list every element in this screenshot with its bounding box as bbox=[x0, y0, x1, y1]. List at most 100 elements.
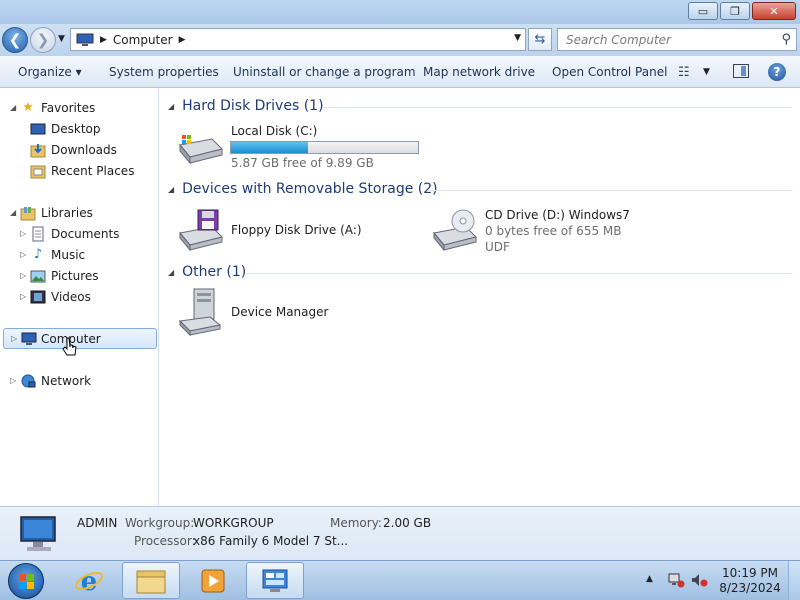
expand-arrow-icon[interactable]: ▷ bbox=[20, 250, 26, 259]
device-manager-icon bbox=[178, 288, 222, 337]
group-collapse-arrow-icon[interactable]: ◢ bbox=[168, 102, 174, 111]
processor-label: Processor: bbox=[134, 534, 196, 548]
drive-name: Floppy Disk Drive (A:) bbox=[231, 223, 362, 237]
floppy-drive-icon bbox=[179, 209, 223, 251]
collapse-arrow-icon[interactable]: ◢ bbox=[10, 103, 16, 112]
taskbar: e ▲ 10:19 PM 8/23/2024 bbox=[0, 560, 800, 600]
tree-label: Network bbox=[41, 373, 92, 388]
drive-floppy-a[interactable]: Floppy Disk Drive (A:) bbox=[176, 207, 416, 255]
volume-muted-icon[interactable] bbox=[690, 572, 708, 588]
group-header-removable-storage[interactable]: ◢ Devices with Removable Storage (2) bbox=[168, 181, 438, 197]
desktop-icon bbox=[30, 123, 46, 134]
recent-places-icon bbox=[30, 165, 46, 178]
tree-label: Pictures bbox=[51, 268, 99, 283]
system-clock[interactable]: 10:19 PM 8/23/2024 bbox=[716, 566, 784, 596]
tree-item-videos[interactable]: ▷ Videos bbox=[0, 286, 158, 307]
documents-icon bbox=[32, 226, 44, 241]
drive-local-disk-c[interactable]: Local Disk (C:) 5.87 GB free of 9.89 GB bbox=[176, 121, 436, 171]
tree-label: Favorites bbox=[41, 100, 96, 115]
search-input[interactable] bbox=[566, 32, 766, 47]
libraries-icon bbox=[20, 206, 36, 220]
folder-icon bbox=[136, 570, 166, 593]
tree-item-favorites[interactable]: ◢ ★ Favorites bbox=[0, 97, 158, 118]
network-icon bbox=[21, 374, 36, 387]
minimize-button[interactable]: ▭ bbox=[688, 2, 718, 20]
expand-arrow-icon[interactable]: ▷ bbox=[20, 292, 26, 301]
expand-arrow-icon[interactable]: ▷ bbox=[20, 271, 26, 280]
group-header-other[interactable]: ◢ Other (1) bbox=[168, 264, 246, 280]
drive-file-system: UDF bbox=[485, 240, 510, 254]
mouse-cursor-hand-icon bbox=[62, 337, 77, 356]
group-collapse-arrow-icon[interactable]: ◢ bbox=[168, 268, 174, 277]
tree-item-desktop[interactable]: Desktop bbox=[0, 118, 158, 139]
internet-explorer-icon: e bbox=[75, 567, 103, 596]
window-controls: ▭ ❐ ✕ bbox=[688, 2, 796, 20]
open-control-panel-button[interactable]: Open Control Panel bbox=[552, 65, 667, 79]
organize-button[interactable]: Organize ▾ bbox=[18, 65, 82, 79]
computer-icon bbox=[21, 332, 37, 345]
tree-label: Videos bbox=[51, 289, 91, 304]
svg-text:e: e bbox=[81, 567, 98, 596]
preview-pane-icon[interactable] bbox=[733, 64, 749, 78]
show-hidden-icons-icon[interactable]: ▲ bbox=[646, 574, 653, 584]
collapse-arrow-icon[interactable]: ◢ bbox=[10, 208, 16, 217]
recent-pages-dropdown-icon[interactable]: ▼ bbox=[58, 34, 65, 44]
tree-item-network[interactable]: ▷ Network bbox=[0, 370, 158, 391]
tree-item-music[interactable]: ▷ ♪ Music bbox=[0, 244, 158, 265]
workgroup-value: WORKGROUP bbox=[193, 516, 274, 530]
tree-label: Documents bbox=[51, 226, 120, 241]
breadcrumb-computer[interactable]: Computer bbox=[113, 33, 173, 47]
change-view-icon[interactable]: ☷ bbox=[678, 65, 690, 80]
navigation-bar: ❮ ❯ ▼ ▶ Computer ▶ ▼ ⇆ ⚲ bbox=[0, 24, 800, 56]
show-desktop-button[interactable] bbox=[788, 561, 800, 600]
downloads-folder-icon bbox=[30, 143, 46, 157]
network-status-icon[interactable] bbox=[667, 572, 685, 588]
forward-button[interactable]: ❯ bbox=[30, 27, 56, 53]
expand-arrow-icon[interactable]: ▷ bbox=[20, 229, 26, 238]
search-box[interactable]: ⚲ bbox=[557, 28, 797, 51]
map-network-drive-button[interactable]: Map network drive bbox=[423, 65, 535, 79]
restore-button[interactable]: ❐ bbox=[720, 2, 750, 20]
group-header-hard-disk-drives[interactable]: ◢ Hard Disk Drives (1) bbox=[168, 98, 324, 114]
address-bar[interactable]: ▶ Computer ▶ ▼ bbox=[70, 28, 526, 51]
close-button[interactable]: ✕ bbox=[752, 2, 796, 20]
back-button[interactable]: ❮ bbox=[2, 27, 28, 53]
tree-label: Music bbox=[51, 247, 86, 262]
uninstall-program-button[interactable]: Uninstall or change a program bbox=[233, 65, 416, 79]
taskbar-control-panel[interactable] bbox=[246, 562, 304, 599]
tree-item-documents[interactable]: ▷ Documents bbox=[0, 223, 158, 244]
content-area: ◢ Hard Disk Drives (1) Local Disk (C:) 5… bbox=[160, 89, 800, 506]
taskbar-windows-explorer[interactable] bbox=[122, 562, 180, 599]
device-manager-item[interactable]: Device Manager bbox=[176, 287, 416, 337]
refresh-button[interactable]: ⇆ bbox=[528, 28, 552, 51]
memory-value: 2.00 GB bbox=[383, 516, 432, 530]
breadcrumb-separator-icon[interactable]: ▶ bbox=[100, 35, 107, 45]
tree-item-recent-places[interactable]: Recent Places bbox=[0, 160, 158, 181]
help-icon[interactable]: ? bbox=[768, 63, 786, 81]
videos-icon bbox=[30, 290, 46, 303]
drive-free-space: 0 bytes free of 655 MB bbox=[485, 224, 622, 238]
drive-name: Local Disk (C:) bbox=[231, 124, 318, 138]
tree-item-libraries[interactable]: ◢ Libraries bbox=[0, 202, 158, 223]
expand-arrow-icon[interactable]: ▷ bbox=[11, 334, 17, 343]
drive-cd-d[interactable]: CD Drive (D:) Windows7 0 bytes free of 6… bbox=[430, 205, 680, 257]
address-history-dropdown-icon[interactable]: ▼ bbox=[514, 33, 521, 43]
start-button[interactable] bbox=[8, 563, 44, 599]
tree-label: Desktop bbox=[51, 121, 101, 136]
group-divider bbox=[247, 273, 792, 274]
expand-arrow-icon[interactable]: ▷ bbox=[10, 376, 16, 385]
view-options-dropdown-icon[interactable]: ▼ bbox=[703, 67, 710, 77]
clock-date: 8/23/2024 bbox=[719, 581, 781, 595]
tree-item-downloads[interactable]: Downloads bbox=[0, 139, 158, 160]
taskbar-internet-explorer[interactable]: e bbox=[60, 562, 118, 599]
memory-label: Memory: bbox=[330, 516, 382, 530]
pictures-icon bbox=[30, 270, 46, 282]
group-collapse-arrow-icon[interactable]: ◢ bbox=[168, 185, 174, 194]
tree-item-pictures[interactable]: ▷ Pictures bbox=[0, 265, 158, 286]
breadcrumb-separator-icon[interactable]: ▶ bbox=[179, 35, 186, 45]
search-icon[interactable]: ⚲ bbox=[781, 32, 791, 47]
taskbar-media-player[interactable] bbox=[184, 562, 242, 599]
system-properties-button[interactable]: System properties bbox=[109, 65, 219, 79]
tree-item-computer[interactable]: ▷ Computer bbox=[3, 328, 157, 349]
drive-name: CD Drive (D:) Windows7 bbox=[485, 208, 630, 222]
